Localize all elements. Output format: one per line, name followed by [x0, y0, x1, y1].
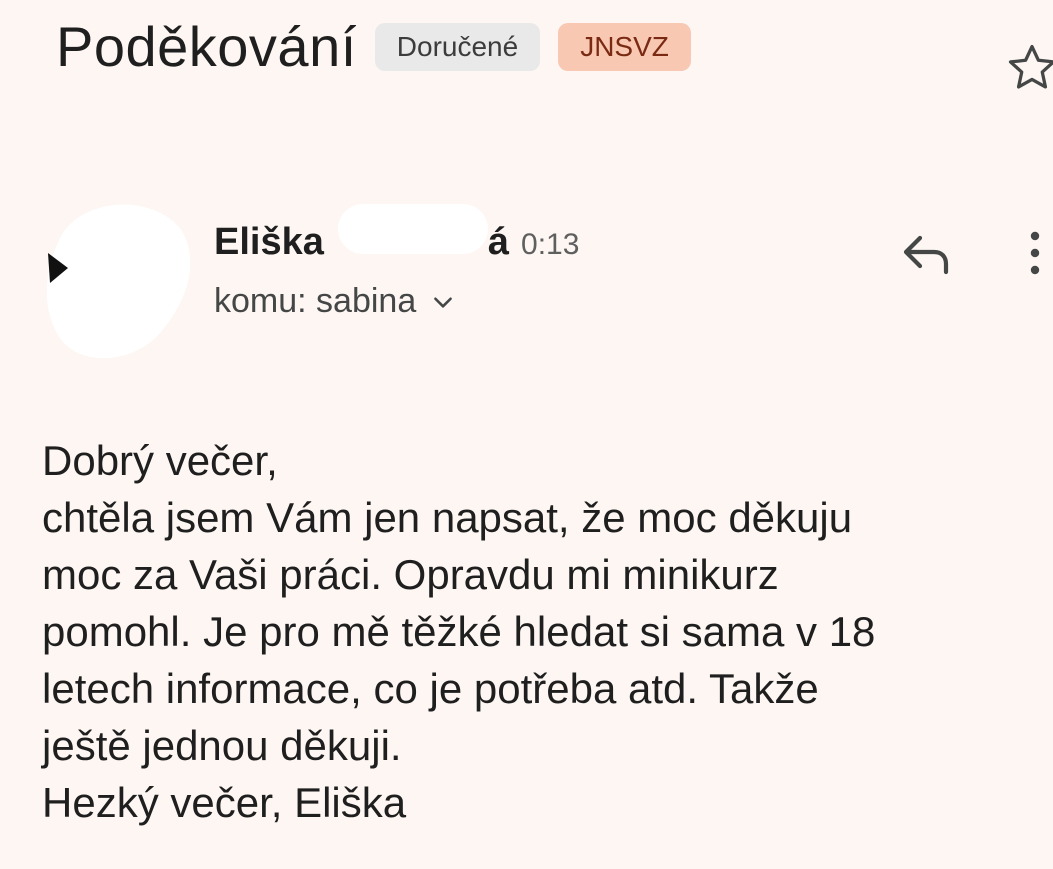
body-line: Dobrý večer, [42, 437, 278, 484]
reply-icon[interactable] [900, 232, 952, 276]
redacted-surname [337, 204, 488, 254]
star-icon[interactable] [1004, 40, 1053, 96]
inbox-label-chip[interactable]: Doručené [374, 22, 541, 71]
body-line: letech informace, co je potřeba atd. Tak… [42, 665, 819, 712]
sender-row: Eliška á 0:13 [214, 204, 579, 264]
custom-label-chip[interactable]: JNSVZ [558, 22, 691, 71]
sender-first-name: Eliška [214, 221, 324, 263]
avatar[interactable] [40, 198, 190, 358]
email-body: Dobrý večer, chtěla jsem Vám jen napsat,… [42, 432, 1047, 831]
body-line: pomohl. Je pro mě těžké hledat si sama v… [42, 608, 876, 655]
email-subject: Poděkování [56, 15, 357, 78]
email-time: 0:13 [521, 228, 580, 261]
body-line: moc za Vaši práci. Opravdu mi minikurz [42, 551, 779, 598]
recipient-details-toggle[interactable]: komu: sabina [214, 282, 456, 321]
more-vertical-icon[interactable] [1022, 228, 1048, 278]
chevron-down-icon [434, 296, 453, 308]
recipient-text: komu: sabina [214, 282, 417, 320]
body-line: chtěla jsem Vám jen napsat, že moc děkuj… [42, 494, 853, 541]
sender-name[interactable]: Eliška á [214, 204, 509, 264]
sender-name-suffix: á [487, 221, 510, 263]
body-line: Hezký večer, Eliška [42, 779, 407, 826]
subject-header: Poděkování Doručené JNSVZ [56, 14, 691, 79]
body-line: ještě jednou děkuji. [42, 722, 402, 769]
